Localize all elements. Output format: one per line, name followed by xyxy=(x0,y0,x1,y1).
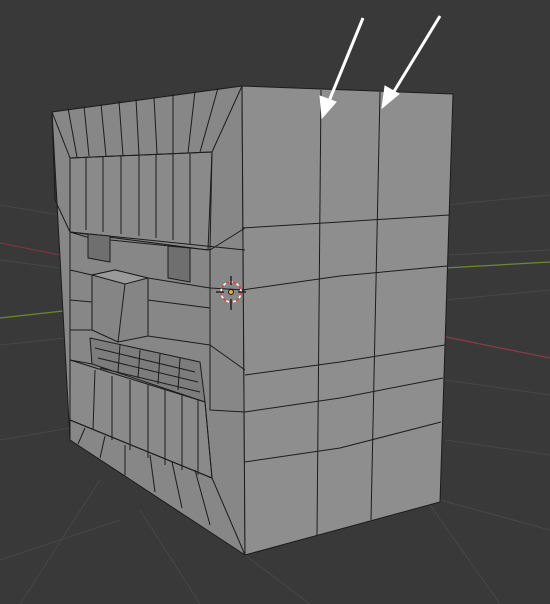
window-recess-right xyxy=(167,245,191,283)
window-recess-left xyxy=(87,233,111,263)
3d-viewport[interactable] xyxy=(0,0,550,604)
object-origin-icon xyxy=(228,289,234,295)
mesh-front-face xyxy=(241,85,454,556)
